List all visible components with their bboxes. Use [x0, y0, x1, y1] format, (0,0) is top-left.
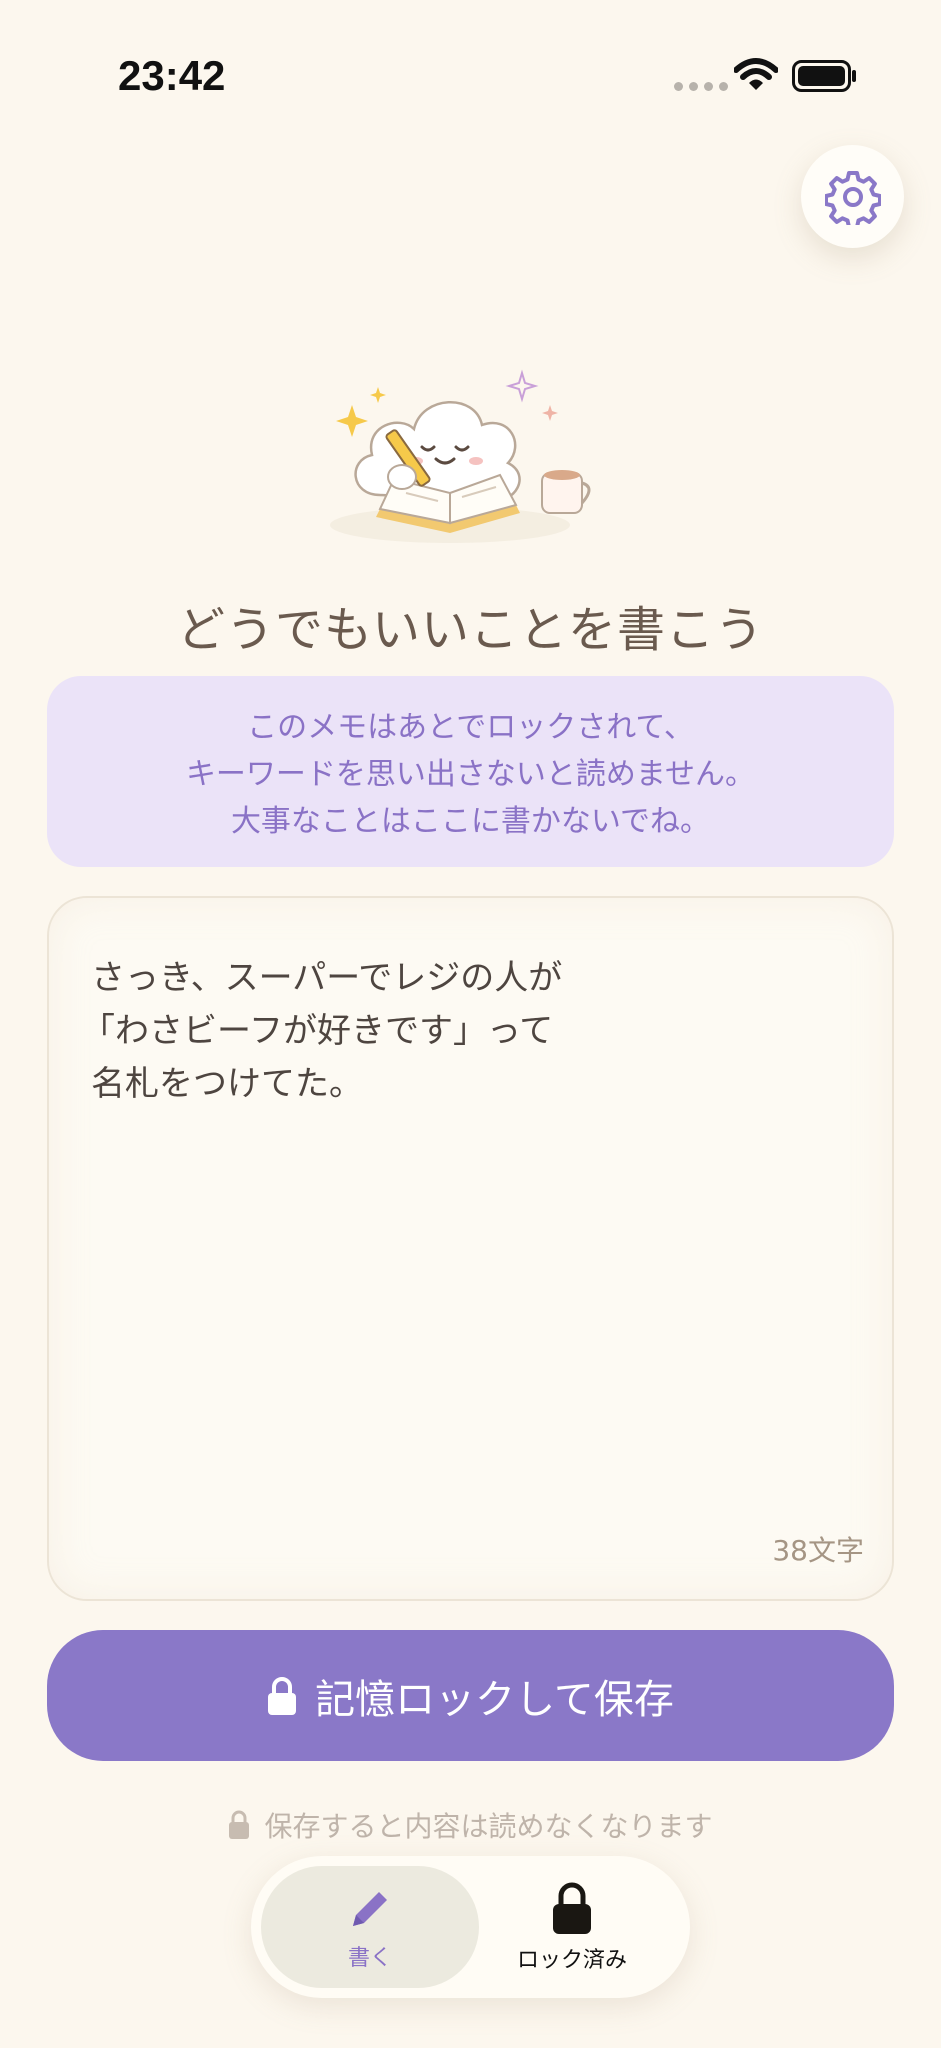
memo-line: さっき、スーパーでレジの人が	[91, 958, 563, 998]
save-button-label: 記憶ロックして保存	[315, 1676, 674, 1723]
cloud-writing-illustration	[330, 369, 591, 543]
lock-icon	[229, 1810, 250, 1839]
memo-line: 名札をつけてた。	[91, 1064, 363, 1104]
lock-icon	[553, 1882, 591, 1934]
lock-notice: このメモはあとでロックされて、 キーワードを思い出さないと読めません。 大事なこ…	[47, 676, 894, 867]
tab-bar: 書く ロック済み	[251, 1856, 690, 1998]
page-title: どうでもいいことを書こう	[176, 602, 765, 658]
wifi-icon	[734, 58, 778, 90]
lock-icon	[268, 1676, 297, 1715]
battery-icon	[792, 60, 856, 92]
tab-write[interactable]: 書く	[261, 1866, 479, 1988]
save-hint-text: 保存すると内容は読めなくなります	[264, 1810, 713, 1843]
settings-button[interactable]	[801, 145, 904, 248]
lock-and-save-button[interactable]: 記憶ロックして保存	[47, 1630, 894, 1761]
status-bar: 23:42	[0, 0, 941, 150]
tab-locked-label: ロック済み	[516, 1948, 627, 1973]
pencil-icon	[353, 1892, 387, 1926]
status-time: 23:42	[118, 52, 226, 99]
notice-line: キーワードを思い出さないと読めません。	[185, 757, 756, 792]
memo-text[interactable]: さっき、スーパーでレジの人が 「わさビーフが好きです」って 名札をつけてた。	[81, 952, 563, 1111]
save-hint: 保存すると内容は読めなくなります	[0, 1805, 941, 1845]
char-count: 38文字	[772, 1534, 864, 1567]
cellular-dots-icon	[674, 82, 728, 91]
memo-line: 「わさビーフが好きです」って	[81, 1011, 554, 1051]
tab-locked[interactable]: ロック済み	[463, 1866, 681, 1988]
tab-write-label: 書く	[347, 1946, 392, 1971]
notice-line: このメモはあとでロックされて、	[247, 710, 694, 745]
gear-icon	[824, 170, 881, 225]
notice-line: 大事なことはここに書かないでね。	[230, 804, 711, 839]
memo-textarea[interactable]: さっき、スーパーでレジの人が 「わさビーフが好きです」って 名札をつけてた。 3…	[47, 896, 894, 1601]
